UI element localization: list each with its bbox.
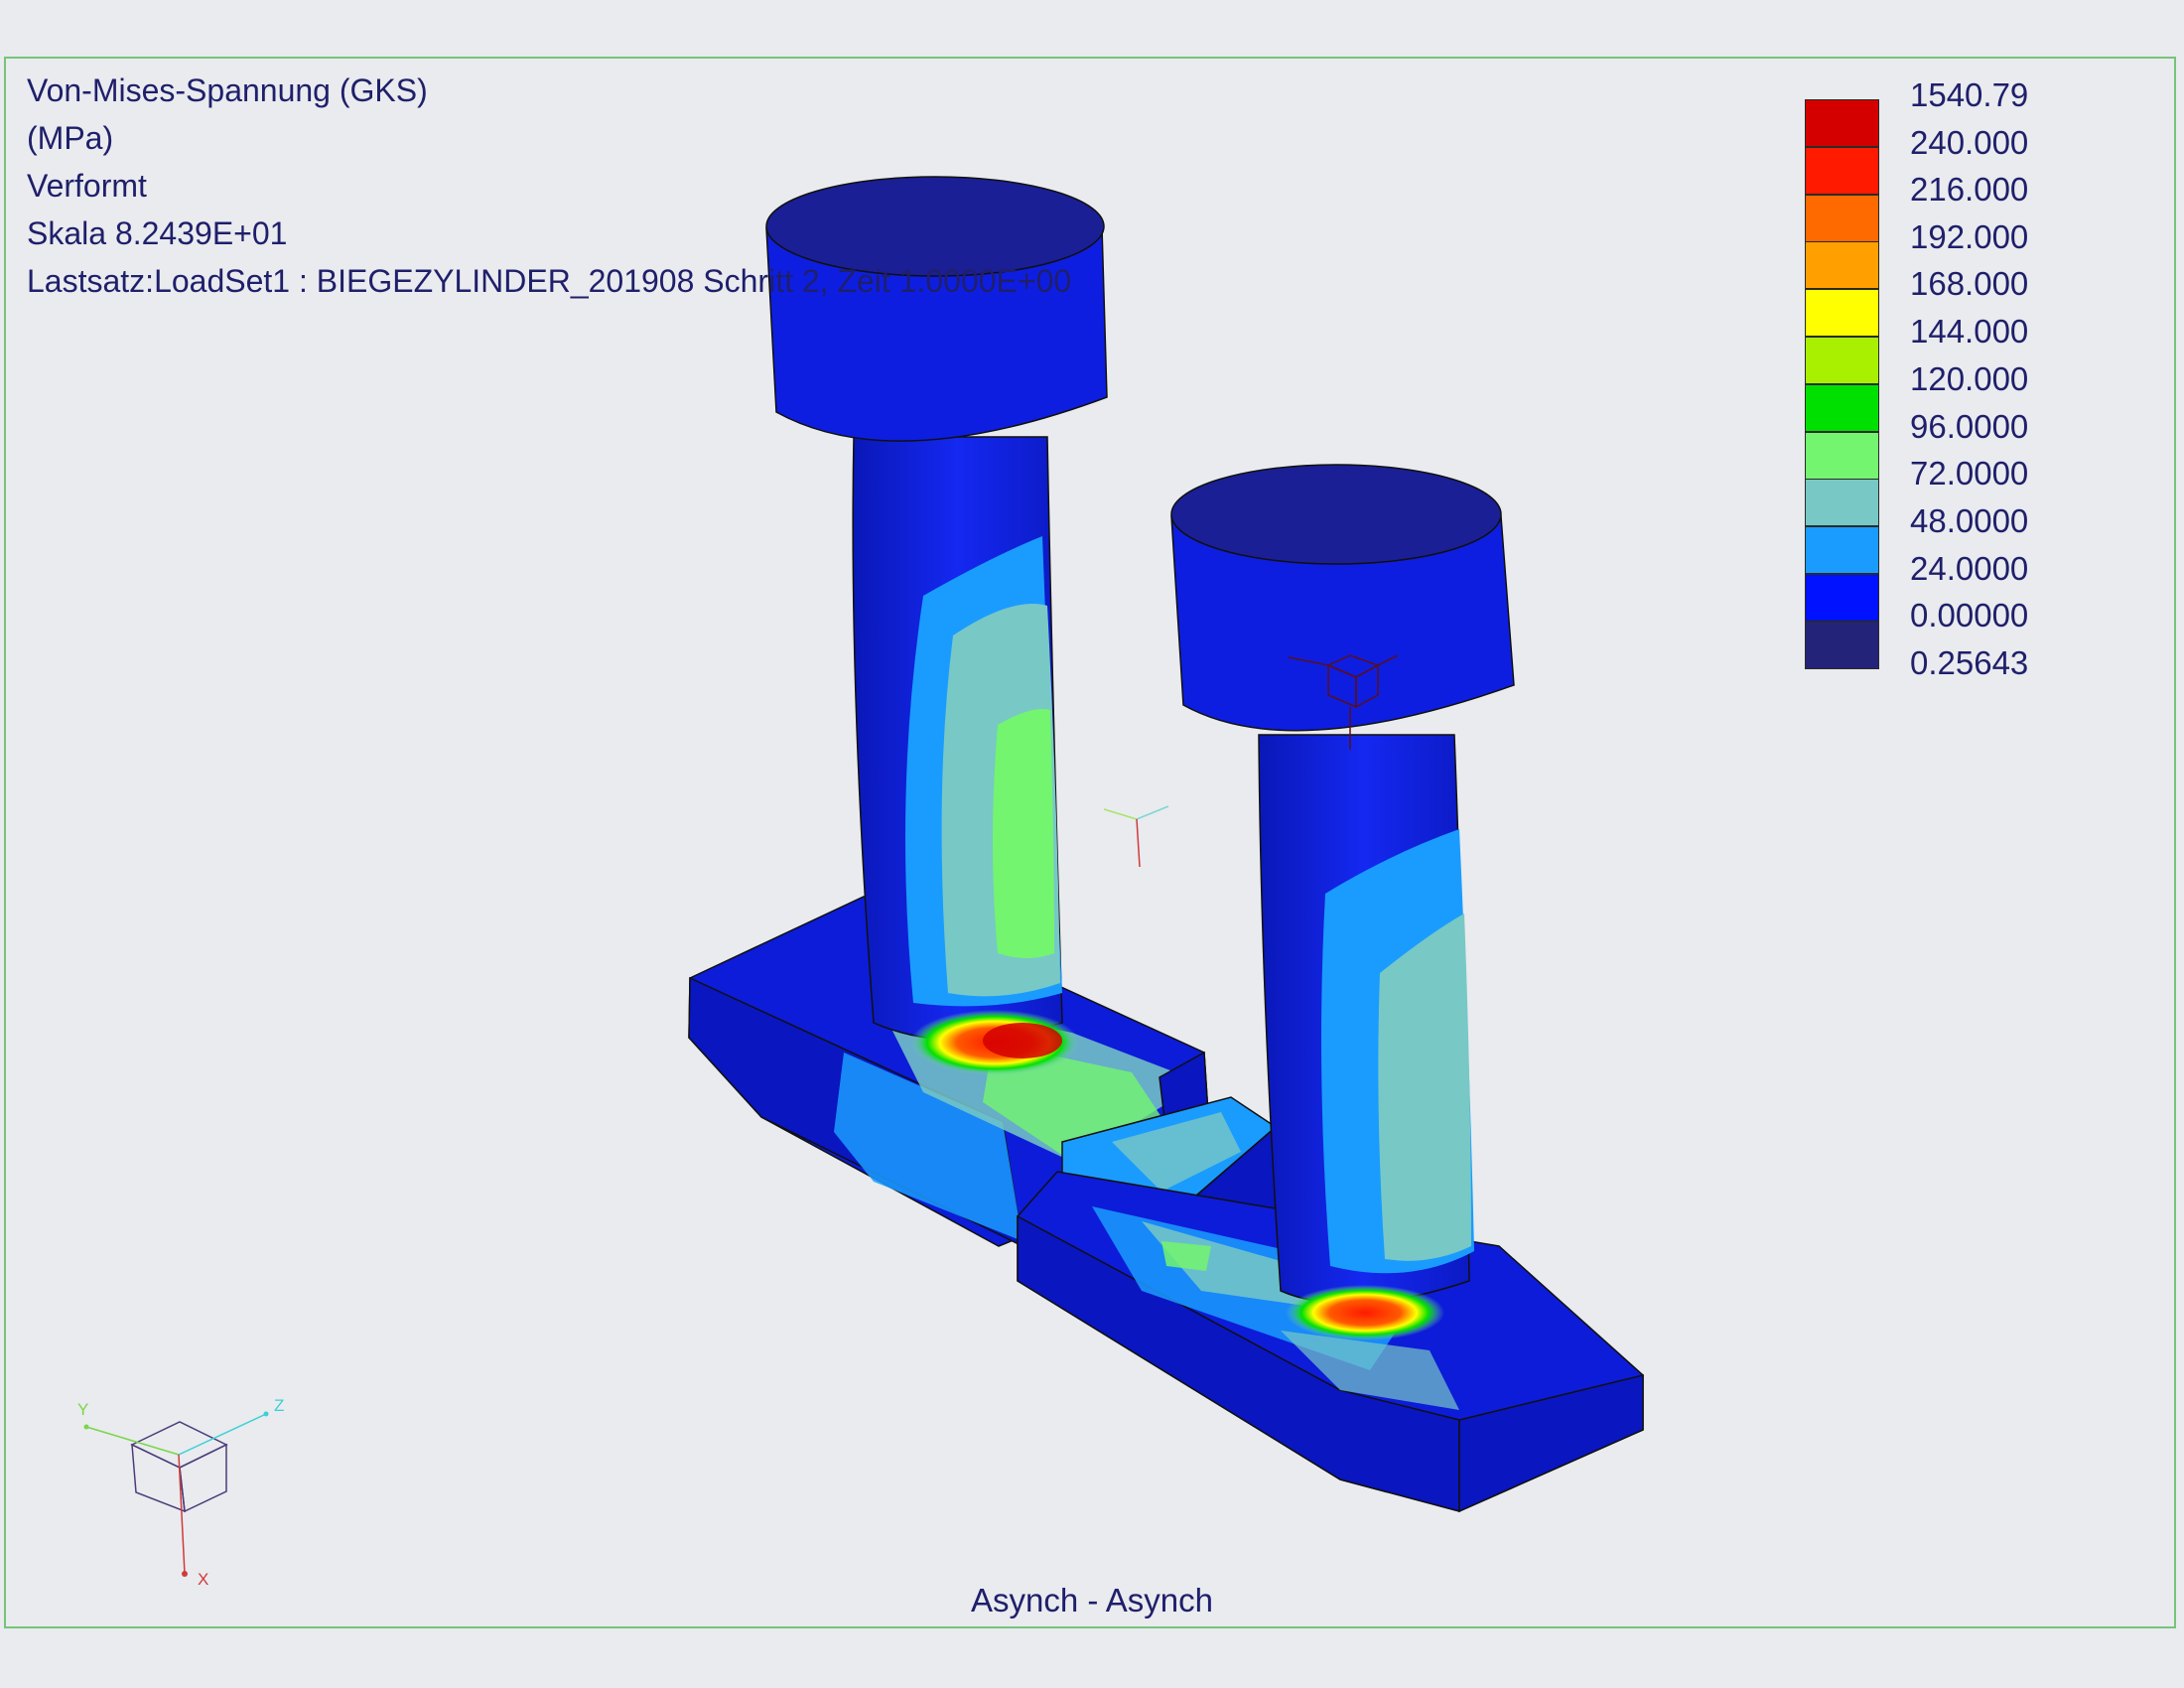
legend-label-12: 0.25643 <box>1910 644 2029 681</box>
left-cylinder <box>852 436 1079 1075</box>
legend-label-6: 120.000 <box>1910 360 2029 397</box>
legend-swatch <box>1805 479 1879 527</box>
view-triad-y-label: Y <box>77 1400 88 1419</box>
right-cylinder <box>1258 734 1474 1340</box>
legend-label-9: 48.0000 <box>1910 502 2029 539</box>
legend-swatch <box>1805 574 1879 622</box>
legend-label-2: 216.000 <box>1910 171 2029 208</box>
legend-label-10: 24.0000 <box>1910 550 2029 587</box>
legend-swatch <box>1805 289 1879 338</box>
result-unit: (MPa) <box>27 120 114 156</box>
result-quantity-title: Von-Mises-Spannung (GKS) <box>27 72 428 108</box>
legend-label-8: 72.0000 <box>1910 455 2029 492</box>
legend-label-4: 168.000 <box>1910 265 2029 302</box>
display-mode: Verformt <box>27 168 147 204</box>
legend-swatch <box>1805 241 1879 290</box>
left-cylinder-head <box>765 176 1108 442</box>
legend-label-3: 192.000 <box>1910 218 2029 255</box>
analysis-name: Asynch - Asynch <box>971 1582 1213 1618</box>
view-triad: Y Z X <box>77 1396 284 1589</box>
legend-swatch <box>1805 194 1879 242</box>
right-cylinder-head <box>1170 464 1515 732</box>
legend-swatch <box>1805 383 1879 432</box>
right-stress-hotspot <box>1286 1285 1444 1340</box>
legend-label-5: 144.000 <box>1910 313 2029 350</box>
legend-swatch <box>1805 99 1879 147</box>
legend-swatch <box>1805 146 1879 195</box>
legend-label-0: 1540.79 <box>1910 76 2029 113</box>
origin-csys-triad <box>1103 805 1169 868</box>
legend-label-1: 240.000 <box>1910 124 2029 161</box>
legend-swatch <box>1805 526 1879 575</box>
deformation-scale: Skala 8.2439E+01 <box>27 215 288 251</box>
loadset-info: Lastsatz:LoadSet1 : BIEGEZYLINDER_201908… <box>27 263 1072 299</box>
view-triad-z-label: Z <box>274 1396 284 1415</box>
legend-swatch <box>1805 431 1879 480</box>
legend-swatch <box>1805 337 1879 384</box>
legend-label-11: 0.00000 <box>1910 597 2029 633</box>
legend-swatch <box>1805 621 1879 669</box>
legend-label-7: 96.0000 <box>1910 408 2029 445</box>
